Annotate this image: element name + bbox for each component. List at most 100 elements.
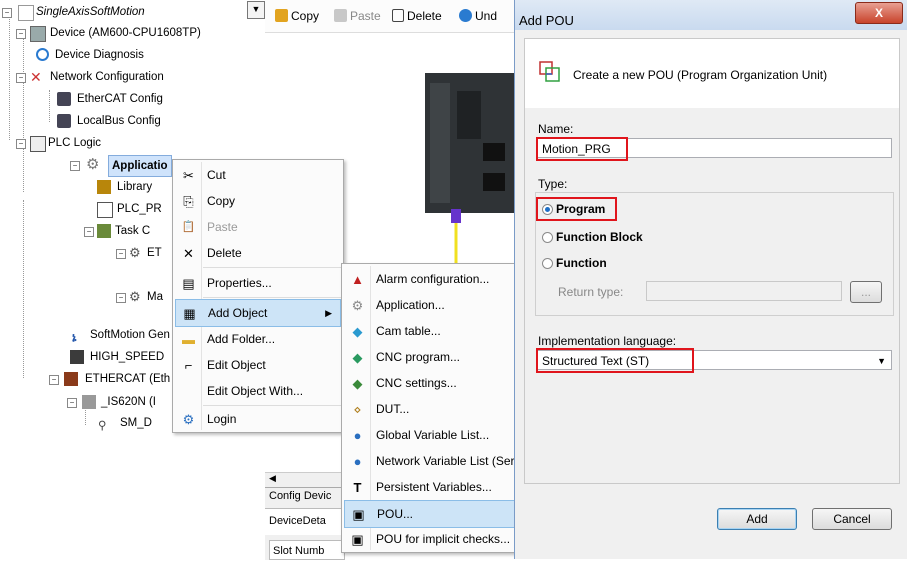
cancel-button[interactable]: Cancel: [812, 508, 892, 530]
delete-icon: [392, 9, 404, 22]
menu-item-label: DUT...: [376, 402, 410, 416]
submenu-item-alarm-configuration[interactable]: ▲ Alarm configuration...: [344, 266, 516, 292]
device-icon: [30, 26, 46, 42]
menu-item-add-folder[interactable]: ▬ Add Folder...: [175, 326, 341, 352]
scroll-left-icon[interactable]: ◀: [269, 473, 276, 484]
properties-icon: ▤: [182, 276, 195, 291]
collapse-icon[interactable]: −: [16, 73, 26, 83]
menu-item-label: POU...: [377, 507, 414, 521]
device-detail-tab[interactable]: DeviceDeta: [269, 515, 326, 527]
return-type-label: Return type:: [558, 285, 624, 299]
submenu-item-cnc-program[interactable]: ◆ CNC program...: [344, 344, 516, 370]
delete-toolbar-button[interactable]: Delete: [392, 9, 442, 23]
dialog-description: Create a new POU (Program Organization U…: [573, 68, 828, 82]
tree-item-label: ETHERCAT (Eth: [85, 373, 171, 385]
collapse-icon[interactable]: −: [67, 398, 77, 408]
tree-line: [49, 90, 50, 122]
menu-item-edit-object[interactable]: ⌐ Edit Object: [175, 352, 341, 378]
collapse-icon[interactable]: −: [116, 249, 126, 259]
tree-item-label: Device Diagnosis: [55, 49, 144, 61]
gvl-icon: ●: [353, 428, 362, 443]
menu-item-cut[interactable]: ✂ Cut: [175, 162, 341, 188]
collapse-icon[interactable]: −: [70, 161, 80, 171]
menu-item-delete[interactable]: ✕ Delete: [175, 240, 341, 266]
copy-icon: [275, 9, 288, 22]
nvl-icon: ●: [353, 454, 362, 469]
slot-number-column: Slot Numb: [269, 540, 345, 560]
menu-item-login[interactable]: ⚙ Login: [175, 406, 341, 432]
function-block-radio-label[interactable]: Function Block: [556, 230, 643, 244]
plc-icon: [30, 136, 46, 152]
menu-separator: [203, 267, 341, 268]
menu-item-properties[interactable]: ▤ Properties...: [175, 270, 341, 296]
menu-item-paste[interactable]: 📋 Paste: [175, 214, 341, 240]
dialog-body: Name: Motion_PRG Type: Program Function …: [524, 108, 900, 484]
submenu-item-pou-implicit-checks[interactable]: ▣ POU for implicit checks...: [344, 526, 516, 552]
tree-item-project[interactable]: − SingleAxisSoftMotion: [2, 2, 247, 22]
menu-item-label: POU for implicit checks...: [376, 532, 511, 546]
menu-item-label: CNC settings...: [376, 376, 457, 390]
copy-toolbar-button[interactable]: Copy: [275, 9, 319, 23]
login-icon: ⚙: [182, 412, 195, 427]
menu-item-label: Edit Object With...: [207, 384, 304, 398]
program-icon: [97, 202, 113, 218]
drive-icon: [82, 395, 96, 409]
library-icon: [97, 180, 111, 194]
io-icon: [70, 350, 84, 364]
tree-line: [23, 32, 24, 192]
dialog-title-bar[interactable]: Add POU X: [515, 0, 907, 30]
name-label: Name:: [538, 122, 574, 136]
menu-separator: [203, 297, 341, 298]
paste-toolbar-button[interactable]: Paste: [334, 9, 381, 23]
submenu-item-cnc-settings[interactable]: ◆ CNC settings...: [344, 370, 516, 396]
delete-label: Delete: [407, 9, 442, 23]
close-button[interactable]: X: [855, 2, 903, 24]
collapse-icon[interactable]: −: [116, 293, 126, 303]
task-icon: [97, 224, 111, 238]
submenu-item-global-variable-list[interactable]: ● Global Variable List...: [344, 422, 516, 448]
menu-item-label: Properties...: [207, 276, 272, 290]
program-highlight-box: [536, 197, 617, 221]
collapse-icon[interactable]: −: [84, 227, 94, 237]
cut-icon: ✂: [183, 168, 194, 183]
collapse-icon[interactable]: −: [16, 139, 26, 149]
undo-toolbar-button[interactable]: Und: [459, 9, 497, 23]
tree-item-label: Ma: [147, 291, 163, 303]
submenu-item-pou[interactable]: ▣ POU...: [344, 500, 516, 528]
collapse-icon[interactable]: −: [2, 8, 12, 18]
undo-label: Und: [475, 9, 498, 23]
return-type-field[interactable]: [646, 281, 842, 301]
menu-item-label: Network Variable List (Ser: [376, 454, 515, 468]
menu-item-copy[interactable]: ⎘ Copy: [175, 188, 341, 214]
menu-item-add-object[interactable]: ▦ Add Object ▶: [175, 299, 341, 327]
horizontal-scrollbar[interactable]: ◀: [265, 472, 345, 487]
collapse-icon[interactable]: −: [16, 29, 26, 39]
tree-item-label: SingleAxisSoftMotion: [36, 6, 145, 18]
return-type-browse-button[interactable]: ...: [850, 281, 882, 303]
submenu-arrow-icon: ▶: [325, 308, 332, 318]
name-highlight-box: [536, 137, 628, 161]
paste-icon: 📋: [181, 221, 196, 233]
submenu-item-application[interactable]: ⚙ Application...: [344, 292, 516, 318]
menu-item-label: CNC program...: [376, 350, 461, 364]
alarm-icon: ▲: [351, 272, 364, 287]
submenu-item-network-variable-list[interactable]: ● Network Variable List (Ser: [344, 448, 516, 474]
chevron-down-icon: ▼: [251, 4, 261, 14]
tree-item-label: Network Configuration: [50, 71, 164, 83]
tree-dropdown-button[interactable]: ▼: [247, 1, 265, 19]
collapse-icon[interactable]: −: [49, 375, 59, 385]
ethercat-icon: [64, 372, 78, 386]
cam-table-icon: ◆: [352, 324, 363, 339]
pou-checks-icon: ▣: [351, 532, 364, 547]
function-block-radio[interactable]: [542, 232, 553, 243]
config-tab[interactable]: Config Devic: [269, 490, 331, 502]
tree-item-label: EtherCAT Config: [77, 93, 163, 105]
function-radio[interactable]: [542, 258, 553, 269]
add-button[interactable]: Add: [717, 508, 797, 530]
delete-icon: ✕: [183, 246, 194, 261]
function-radio-label[interactable]: Function: [556, 256, 607, 270]
submenu-item-persistent-variables[interactable]: T Persistent Variables...: [344, 474, 516, 500]
submenu-item-cam-table[interactable]: ◆ Cam table...: [344, 318, 516, 344]
submenu-item-dut[interactable]: ⋄ DUT...: [344, 396, 516, 422]
menu-item-edit-object-with[interactable]: Edit Object With...: [175, 378, 341, 404]
